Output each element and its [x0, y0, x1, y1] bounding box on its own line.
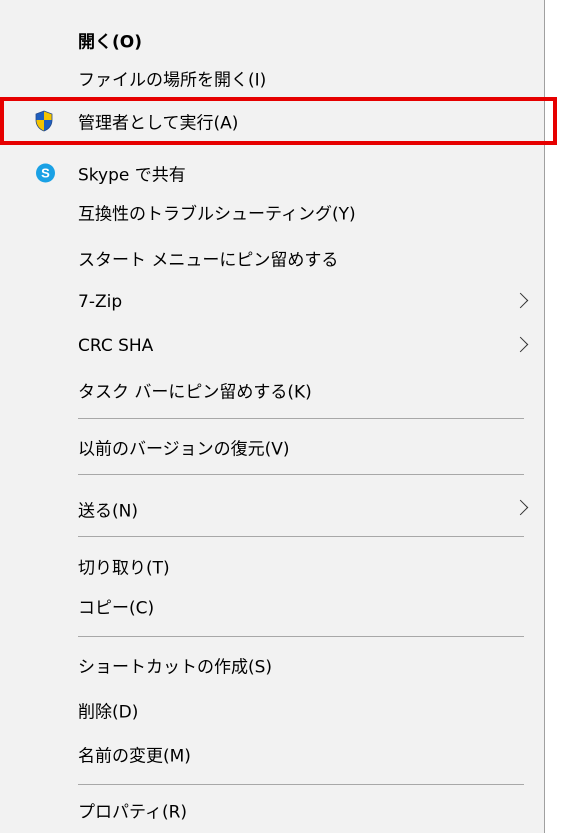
menu-item-label: コピー(C): [78, 598, 155, 619]
menu-separator: [78, 418, 524, 419]
menu-item-open[interactable]: 開く(O): [0, 20, 544, 60]
menu-separator: [78, 636, 524, 637]
menu-item-crc-sha[interactable]: CRC SHA: [0, 326, 544, 366]
menu-item-label: 開く(O): [78, 32, 142, 53]
menu-item-label: プロパティ(R): [78, 802, 188, 823]
menu-item-label: 削除(D): [78, 702, 139, 723]
menu-item-label: 以前のバージョンの復元(V): [78, 439, 290, 460]
menu-item-pin-to-start[interactable]: スタート メニューにピン留めする: [0, 238, 544, 278]
chevron-right-icon: [512, 292, 529, 309]
menu-item-cut[interactable]: 切り取り(T): [0, 546, 544, 586]
uac-shield-icon: [34, 110, 54, 132]
menu-item-label: Skype で共有: [78, 165, 186, 186]
menu-item-label: タスク バーにピン留めする(K): [78, 382, 312, 403]
menu-separator: [78, 474, 524, 475]
menu-item-properties[interactable]: プロパティ(R): [0, 790, 544, 830]
chevron-right-icon: [512, 499, 529, 516]
menu-item-rename[interactable]: 名前の変更(M): [0, 734, 544, 774]
menu-item-label: スタート メニューにピン留めする: [78, 250, 339, 271]
menu-item-7zip[interactable]: 7-Zip: [0, 282, 544, 322]
menu-item-label: ファイルの場所を開く(I): [78, 70, 267, 91]
menu-separator: [78, 784, 524, 785]
menu-item-label: 名前の変更(M): [78, 746, 191, 767]
chevron-right-icon: [512, 336, 529, 353]
context-menu: 開く(O) ファイルの場所を開く(I) 管理者として実行(A) S Skype …: [0, 0, 545, 833]
menu-item-pin-to-taskbar[interactable]: タスク バーにピン留めする(K): [0, 370, 544, 410]
menu-item-send-to[interactable]: 送る(N): [0, 489, 544, 529]
menu-item-label: 7-Zip: [78, 292, 123, 312]
menu-item-copy[interactable]: コピー(C): [0, 586, 544, 626]
skype-icon: S: [36, 163, 55, 183]
menu-item-label: 互換性のトラブルシューティング(Y): [78, 204, 356, 225]
menu-item-open-file-location[interactable]: ファイルの場所を開く(I): [0, 58, 544, 98]
menu-item-label: 切り取り(T): [78, 558, 170, 579]
menu-item-share-skype[interactable]: S Skype で共有: [0, 153, 544, 193]
menu-item-label: 管理者として実行(A): [78, 113, 239, 134]
menu-separator: [78, 536, 524, 537]
menu-item-label: 送る(N): [78, 501, 138, 522]
menu-item-label: ショートカットの作成(S): [78, 657, 273, 678]
menu-item-run-as-admin[interactable]: 管理者として実行(A): [0, 101, 544, 141]
menu-item-label: CRC SHA: [78, 336, 154, 356]
menu-item-restore-previous-versions[interactable]: 以前のバージョンの復元(V): [0, 427, 544, 467]
menu-item-create-shortcut[interactable]: ショートカットの作成(S): [0, 645, 544, 685]
menu-item-troubleshoot-compatibility[interactable]: 互換性のトラブルシューティング(Y): [0, 192, 544, 232]
menu-item-delete[interactable]: 削除(D): [0, 690, 544, 730]
